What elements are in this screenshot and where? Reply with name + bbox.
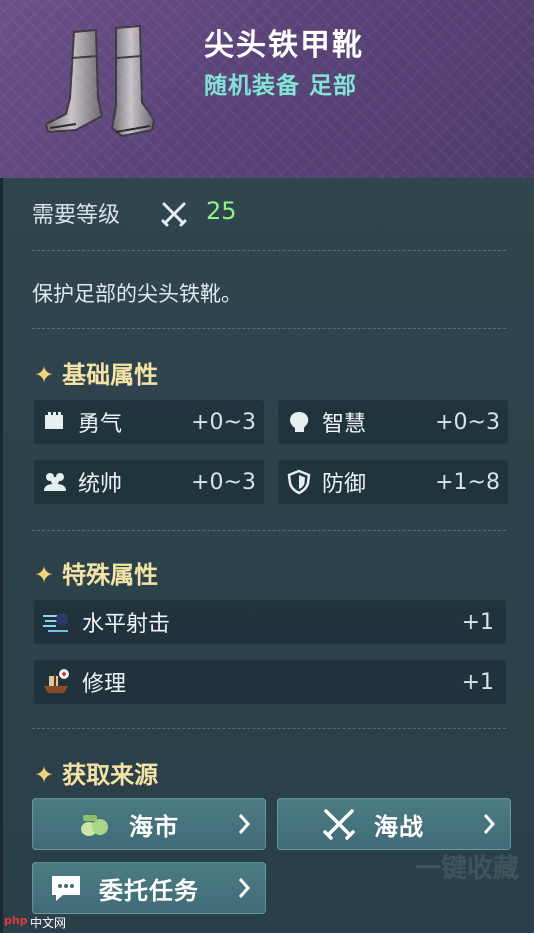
special-stat-repair: 修理 +1 bbox=[34, 660, 506, 704]
special-stats-title: ✦ 特殊属性 bbox=[34, 561, 159, 589]
chat-bubble-icon bbox=[52, 876, 80, 901]
stat-value: +1~8 bbox=[435, 469, 500, 495]
courage-icon bbox=[45, 412, 63, 429]
crossed-swords-icon bbox=[161, 202, 187, 227]
ship-repair-icon bbox=[44, 669, 69, 693]
background-text: 一键收藏 bbox=[415, 854, 520, 884]
command-icon bbox=[44, 473, 66, 491]
source-button-label: 海市 bbox=[129, 812, 179, 841]
crossed-swords-icon bbox=[323, 809, 355, 840]
sparkle-icon: ✦ bbox=[34, 761, 55, 789]
iron-boots-icon bbox=[44, 24, 156, 138]
stat-courage: 勇气 +0~3 bbox=[34, 400, 264, 444]
item-tooltip-panel: 尖头铁甲靴 随机装备 足部 需要等级 25 保护足部的尖头铁靴。 ✦ 基础属性 勇… bbox=[0, 0, 534, 933]
divider bbox=[32, 530, 506, 531]
defense-shield-icon bbox=[287, 469, 311, 495]
source-button-label: 海战 bbox=[374, 812, 424, 841]
divider bbox=[32, 250, 506, 251]
item-type: 随机装备 足部 bbox=[204, 73, 358, 99]
source-sea-battle-button[interactable]: 海战 bbox=[277, 798, 511, 850]
stat-label: 勇气 bbox=[78, 412, 123, 437]
stat-defense: 防御 +1~8 bbox=[278, 460, 508, 504]
money-bags-icon bbox=[81, 815, 108, 836]
required-level-label: 需要等级 bbox=[32, 203, 121, 228]
source-commission-task-button[interactable]: 委托任务 bbox=[32, 862, 266, 914]
item-name: 尖头铁甲靴 bbox=[204, 28, 364, 63]
chevron-right-icon bbox=[238, 814, 251, 834]
special-stat-label: 修理 bbox=[82, 672, 127, 697]
item-header: 尖头铁甲靴 随机装备 足部 bbox=[0, 0, 534, 178]
stat-value: +0~3 bbox=[435, 409, 500, 435]
stat-value: +0~3 bbox=[191, 409, 256, 435]
sources-title: ✦ 获取来源 bbox=[34, 761, 159, 789]
sparkle-icon: ✦ bbox=[34, 361, 55, 389]
source-button-label: 委托任务 bbox=[99, 876, 199, 905]
divider bbox=[32, 328, 506, 329]
sparkle-icon: ✦ bbox=[34, 561, 55, 589]
required-level-value: 25 bbox=[206, 197, 237, 225]
special-stat-label: 水平射击 bbox=[82, 612, 171, 637]
stat-value: +0~3 bbox=[191, 469, 256, 495]
chevron-right-icon bbox=[238, 878, 251, 898]
horizontal-shot-icon bbox=[43, 613, 68, 632]
stat-label: 智慧 bbox=[322, 412, 367, 437]
source-sea-market-button[interactable]: 海市 bbox=[32, 798, 266, 850]
watermark-text: 中文网 bbox=[30, 916, 67, 930]
special-stat-value: +1 bbox=[461, 609, 494, 635]
special-stat-value: +1 bbox=[461, 669, 494, 695]
item-description: 保护足部的尖头铁靴。 bbox=[32, 282, 242, 306]
watermark-logo: php bbox=[4, 914, 28, 927]
divider bbox=[32, 728, 506, 729]
stat-label: 统帅 bbox=[78, 472, 123, 497]
stat-label: 防御 bbox=[322, 472, 367, 497]
stat-command: 统帅 +0~3 bbox=[34, 460, 264, 504]
wisdom-icon bbox=[290, 412, 309, 432]
special-stat-horizontal-shot: 水平射击 +1 bbox=[34, 600, 506, 644]
chevron-right-icon bbox=[483, 814, 496, 834]
base-stats-title: ✦ 基础属性 bbox=[34, 361, 159, 389]
stat-wisdom: 智慧 +0~3 bbox=[278, 400, 508, 444]
